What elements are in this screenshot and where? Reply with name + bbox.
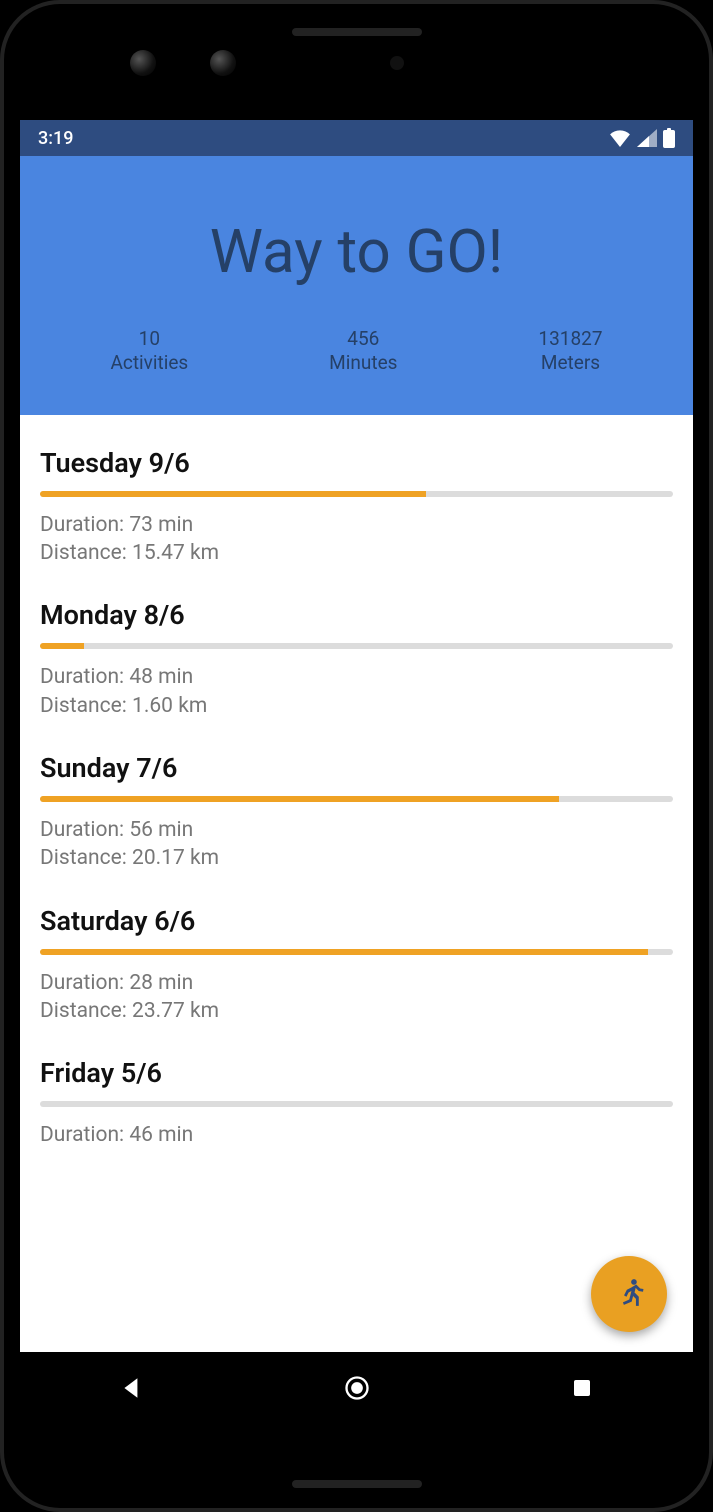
progress-bar <box>40 949 673 955</box>
activity-title: Monday 8/6 <box>40 599 673 631</box>
progress-bar <box>40 491 673 497</box>
activity-title: Sunday 7/6 <box>40 752 673 784</box>
nav-home-icon[interactable] <box>343 1374 371 1402</box>
activity-title: Friday 5/6 <box>40 1057 673 1089</box>
nav-recent-icon[interactable] <box>570 1376 594 1400</box>
activity-item[interactable]: Saturday 6/6 Duration: 28 min Distance: … <box>40 883 673 1036</box>
front-camera-2 <box>210 50 236 76</box>
activity-meta: Duration: 56 min Distance: 20.17 km <box>40 816 673 873</box>
stat-minutes-label: Minutes <box>329 351 397 375</box>
progress-bar <box>40 1101 673 1107</box>
activity-duration: Duration: 46 min <box>40 1121 673 1149</box>
stat-meters: 131827 Meters <box>538 327 602 375</box>
activity-meta: Duration: 28 min Distance: 23.77 km <box>40 969 673 1026</box>
stat-activities-label: Activities <box>110 351 188 375</box>
stats-row: 10 Activities 456 Minutes 131827 Meters <box>40 327 673 375</box>
activity-meta: Duration: 73 min Distance: 15.47 km <box>40 511 673 568</box>
summary-header: Way to GO! 10 Activities 456 Minutes 131… <box>20 156 693 415</box>
battery-icon <box>663 128 675 148</box>
activity-distance: Distance: 1.60 km <box>40 692 673 720</box>
activity-distance: Distance: 20.17 km <box>40 844 673 872</box>
stat-activities: 10 Activities <box>110 327 188 375</box>
wifi-icon <box>609 129 631 147</box>
cell-signal-icon <box>637 129 657 147</box>
status-time: 3:19 <box>38 128 73 149</box>
progress-fill <box>40 491 426 497</box>
app-screen: Way to GO! 10 Activities 456 Minutes 131… <box>20 156 693 1352</box>
progress-fill <box>40 796 559 802</box>
phone-frame: 3:19 Way to GO! 10 Activities 456 Minute… <box>0 0 713 1512</box>
activity-meta: Duration: 48 min Distance: 1.60 km <box>40 663 673 720</box>
sensor-dot <box>390 56 404 70</box>
activity-duration: Duration: 28 min <box>40 969 673 997</box>
activity-meta: Duration: 46 min <box>40 1121 673 1149</box>
activity-item[interactable]: Tuesday 9/6 Duration: 73 min Distance: 1… <box>40 425 673 578</box>
progress-fill <box>40 949 648 955</box>
stat-activities-value: 10 <box>110 327 188 351</box>
android-nav-bar <box>20 1352 693 1424</box>
status-icons <box>609 128 675 148</box>
activity-duration: Duration: 56 min <box>40 816 673 844</box>
activity-list[interactable]: Tuesday 9/6 Duration: 73 min Distance: 1… <box>20 415 693 1353</box>
start-activity-fab[interactable] <box>591 1256 667 1332</box>
progress-fill <box>40 643 84 649</box>
progress-bar <box>40 643 673 649</box>
running-icon <box>612 1277 646 1311</box>
activity-distance: Distance: 23.77 km <box>40 997 673 1025</box>
activity-item[interactable]: Friday 5/6 Duration: 46 min <box>40 1035 673 1159</box>
status-bar: 3:19 <box>20 120 693 156</box>
stat-minutes-value: 456 <box>329 327 397 351</box>
phone-screen: 3:19 Way to GO! 10 Activities 456 Minute… <box>20 20 693 1492</box>
activity-title: Tuesday 9/6 <box>40 447 673 479</box>
activity-title: Saturday 6/6 <box>40 905 673 937</box>
speaker-bottom <box>292 1480 422 1488</box>
activity-item[interactable]: Monday 8/6 Duration: 48 min Distance: 1.… <box>40 577 673 730</box>
nav-back-icon[interactable] <box>119 1375 145 1401</box>
progress-bar <box>40 796 673 802</box>
stat-meters-value: 131827 <box>538 327 602 351</box>
header-title: Way to GO! <box>40 216 673 287</box>
activity-duration: Duration: 48 min <box>40 663 673 691</box>
front-camera-1 <box>130 50 156 76</box>
stat-meters-label: Meters <box>538 351 602 375</box>
activity-duration: Duration: 73 min <box>40 511 673 539</box>
speaker-top <box>292 28 422 36</box>
stat-minutes: 456 Minutes <box>329 327 397 375</box>
activity-distance: Distance: 15.47 km <box>40 539 673 567</box>
activity-item[interactable]: Sunday 7/6 Duration: 56 min Distance: 20… <box>40 730 673 883</box>
